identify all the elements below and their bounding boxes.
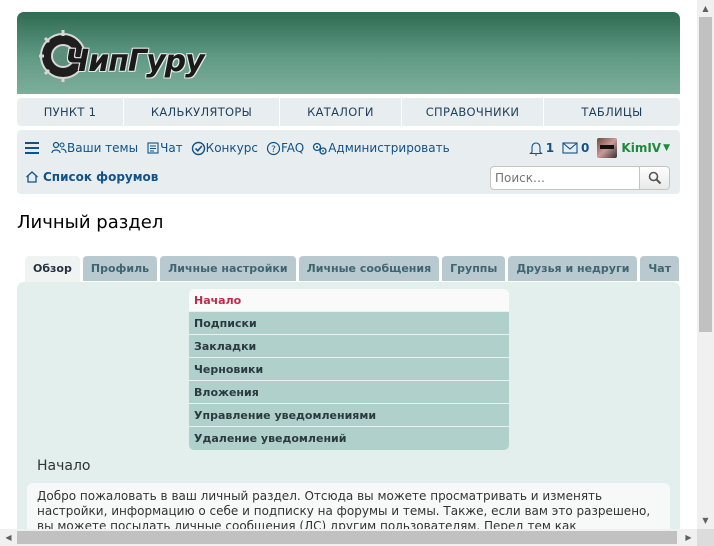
tab-overview[interactable]: Обзор bbox=[25, 256, 80, 282]
side-menu-item-subscriptions[interactable]: Подписки bbox=[189, 312, 509, 335]
notifications-count[interactable]: 1 bbox=[546, 141, 554, 155]
contest-link[interactable]: Конкурс bbox=[191, 141, 258, 156]
side-menu-item-attachments[interactable]: Вложения bbox=[189, 381, 509, 404]
envelope-icon[interactable] bbox=[562, 142, 578, 154]
site-logo[interactable]: ЧипГуру bbox=[35, 26, 265, 84]
section-title: Начало bbox=[37, 458, 91, 474]
nav-item-references[interactable]: СПРАВОЧНИКИ bbox=[402, 98, 544, 126]
faq-link[interactable]: ? FAQ bbox=[266, 141, 304, 156]
menu-hamburger-icon[interactable] bbox=[25, 142, 41, 154]
chat-label: Чат bbox=[160, 141, 183, 155]
scrollbar-corner bbox=[697, 529, 714, 546]
vertical-scroll-thumb[interactable] bbox=[699, 17, 712, 332]
tab-profile[interactable]: Профиль bbox=[82, 256, 158, 281]
chat-icon bbox=[147, 142, 159, 154]
messages-count[interactable]: 0 bbox=[581, 141, 589, 155]
nav-item-calculators[interactable]: КАЛЬКУЛЯТОРЫ bbox=[124, 98, 280, 126]
avatar[interactable] bbox=[597, 138, 618, 158]
users-icon bbox=[51, 141, 67, 154]
faq-label: FAQ bbox=[280, 141, 305, 155]
side-menu-item-drafts[interactable]: Черновики bbox=[189, 358, 509, 381]
tab-private-messages[interactable]: Личные сообщения bbox=[298, 256, 440, 281]
quick-links-row: Ваши темы Чат Конкурс ? FAQ Администриро… bbox=[25, 138, 458, 158]
username-link[interactable]: KimIV bbox=[621, 141, 661, 155]
intro-text: Добро пожаловать в ваш личный раздел. От… bbox=[27, 483, 670, 529]
scroll-up-arrow-icon[interactable]: ▲ bbox=[697, 0, 714, 17]
tab-friends-foes[interactable]: Друзья и недруги bbox=[508, 256, 638, 281]
scroll-left-arrow-icon[interactable]: ◀ bbox=[0, 529, 17, 546]
horizontal-scroll-thumb[interactable] bbox=[17, 531, 677, 544]
search-box bbox=[490, 166, 670, 190]
side-menu-item-start[interactable]: Начало bbox=[189, 289, 509, 312]
forum-list-link[interactable]: Список форумов bbox=[25, 170, 158, 184]
tab-groups[interactable]: Группы bbox=[442, 256, 506, 281]
page-title: Личный раздел bbox=[17, 212, 164, 233]
vertical-scrollbar[interactable]: ▲ ▼ bbox=[697, 0, 714, 529]
logo-text: ЧипГуру bbox=[65, 44, 205, 79]
profile-tabs: Обзор Профиль Личные настройки Личные со… bbox=[25, 256, 682, 282]
tab-chat[interactable]: Чат bbox=[640, 256, 680, 281]
search-button[interactable] bbox=[640, 166, 670, 190]
gears-icon bbox=[313, 142, 327, 155]
tab-preferences[interactable]: Личные настройки bbox=[160, 256, 296, 281]
browser-viewport: ЧипГуру ПУНКТ 1 КАЛЬКУЛЯТОРЫ КАТАЛОГИ СП… bbox=[0, 0, 697, 529]
side-menu-item-manage-notifications[interactable]: Управление уведомлениями bbox=[189, 404, 509, 427]
main-navigation: ПУНКТ 1 КАЛЬКУЛЯТОРЫ КАТАЛОГИ СПРАВОЧНИК… bbox=[17, 98, 680, 126]
nav-item-punkt1[interactable]: ПУНКТ 1 bbox=[17, 98, 124, 126]
nav-item-tables[interactable]: ТАБЛИЦЫ bbox=[544, 98, 680, 126]
side-menu: Начало Подписки Закладки Черновики Вложе… bbox=[189, 289, 509, 450]
content-panel: Начало Подписки Закладки Черновики Вложе… bbox=[17, 282, 680, 529]
horizontal-scrollbar[interactable]: ◀ ▶ bbox=[0, 529, 697, 546]
my-topics-label: Ваши темы bbox=[67, 141, 139, 155]
side-menu-item-delete-notifications[interactable]: Удаление уведомлений bbox=[189, 427, 509, 450]
chat-link[interactable]: Чат bbox=[146, 141, 183, 155]
chevron-down-icon[interactable]: ▼ bbox=[663, 143, 670, 153]
side-menu-item-bookmarks[interactable]: Закладки bbox=[189, 335, 509, 358]
forum-list-label: Список форумов bbox=[43, 170, 159, 184]
secondary-navigation: Ваши темы Чат Конкурс ? FAQ Администриро… bbox=[17, 130, 680, 194]
search-icon bbox=[648, 171, 661, 185]
home-icon bbox=[26, 171, 38, 183]
my-topics-link[interactable]: Ваши темы bbox=[51, 141, 138, 155]
admin-label: Администрировать bbox=[328, 141, 450, 155]
bell-icon[interactable] bbox=[528, 141, 543, 156]
admin-link[interactable]: Администрировать bbox=[312, 141, 450, 156]
question-icon: ? bbox=[266, 141, 281, 155]
check-circle-icon bbox=[191, 141, 205, 155]
scroll-down-arrow-icon[interactable]: ▼ bbox=[697, 512, 714, 529]
scroll-right-arrow-icon[interactable]: ▶ bbox=[680, 529, 697, 546]
search-input[interactable] bbox=[490, 166, 640, 190]
site-header: ЧипГуру bbox=[17, 12, 680, 94]
user-tools: 1 0 KimIV ▼ bbox=[528, 138, 670, 158]
nav-item-catalogs[interactable]: КАТАЛОГИ bbox=[280, 98, 402, 126]
svg-text:?: ? bbox=[271, 145, 276, 155]
contest-label: Конкурс bbox=[205, 141, 258, 155]
